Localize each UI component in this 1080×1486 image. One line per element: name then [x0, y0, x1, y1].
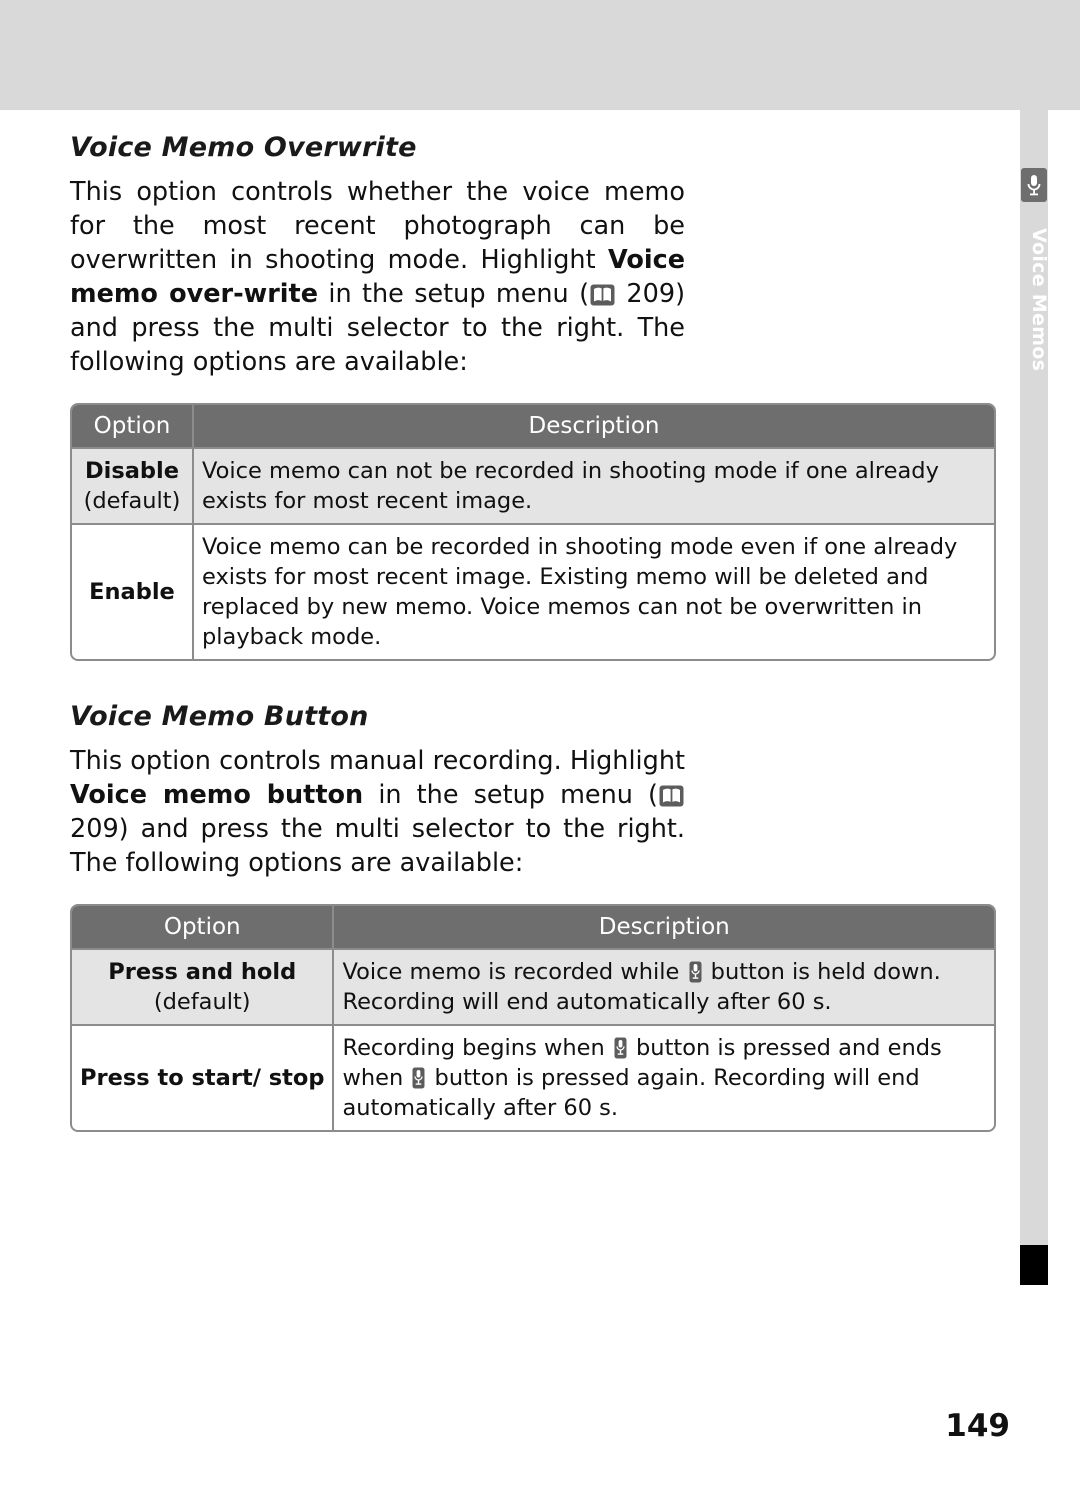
book-reference-icon: [659, 785, 684, 807]
top-grey-band: [0, 0, 1080, 110]
options-table-voice-memo-button: Option Description Press and hold (defaul…: [70, 904, 996, 1132]
table-row: Disable (default) Voice memo can not be r…: [72, 447, 994, 523]
microphone-button-icon: [412, 1067, 425, 1089]
option-description-cell: Voice memo can be recorded in shooting m…: [194, 523, 994, 659]
table-row: Press to start/ stop Recording begins wh…: [72, 1024, 994, 1130]
desc-part-a: Voice memo is recorded while: [342, 959, 687, 985]
desc-part-c: button is pressed again. Recording will …: [342, 1065, 920, 1121]
column-header-option: Option: [72, 906, 335, 948]
paragraph-voice-memo-button: This option controls manual recording. H…: [70, 744, 685, 880]
column-header-description: Description: [194, 405, 994, 447]
microphone-button-icon: [614, 1037, 627, 1059]
para-part-3: ) and press the multi selector to the ri…: [70, 814, 685, 878]
para-bold-1: Voice memo button: [70, 780, 364, 810]
side-tab-black-marker: [1020, 1245, 1048, 1285]
para-part-1: This option controls manual recording. H…: [70, 746, 685, 776]
table-header-row: Option Description: [72, 906, 994, 948]
option-label: Enable: [89, 579, 175, 605]
column-header-description: Description: [334, 906, 994, 948]
option-description-cell: Voice memo can not be recorded in shooti…: [194, 447, 994, 523]
options-table-voice-memo-overwrite: Option Description Disable (default) Voic…: [70, 403, 996, 661]
microphone-button-icon: [689, 961, 702, 983]
microphone-icon: [1021, 168, 1047, 202]
option-label: Press to start/ stop: [80, 1065, 325, 1091]
option-description-cell: Voice memo is recorded while button is h…: [334, 948, 994, 1024]
option-name-cell: Disable (default): [72, 447, 194, 523]
option-label: Disable: [84, 458, 180, 484]
desc-part-a: Recording begins when: [342, 1035, 612, 1061]
section-title-voice-memo-overwrite: Voice Memo Overwrite: [70, 132, 417, 163]
table-row: Enable Voice memo can be recorded in sho…: [72, 523, 994, 659]
table-header-row: Option Description: [72, 405, 994, 447]
para-part-2: in the setup menu (: [318, 279, 590, 309]
option-default-note: (default): [83, 488, 181, 514]
table-row: Press and hold (default) Voice memo is re…: [72, 948, 994, 1024]
option-name-cell: Enable: [72, 523, 194, 659]
page-number: 149: [945, 1408, 1010, 1444]
option-name-cell: Press to start/ stop: [72, 1024, 335, 1130]
paragraph-voice-memo-overwrite: This option controls whether the voice m…: [70, 175, 685, 379]
option-name-cell: Press and hold (default): [72, 948, 335, 1024]
manual-page: Voice Memos Voice Memo Overwrite This op…: [0, 0, 1080, 1486]
column-header-option: Option: [72, 405, 194, 447]
option-default-note: (default): [153, 989, 251, 1015]
page-content: Voice Memo Overwrite This option control…: [70, 132, 996, 1132]
option-description-cell: Recording begins when button is pressed …: [334, 1024, 994, 1130]
para-part-2: in the setup menu (: [363, 780, 658, 810]
option-label: Press and hold: [108, 959, 297, 985]
section-title-voice-memo-button: Voice Memo Button: [70, 701, 369, 732]
page-reference: 209: [70, 814, 119, 844]
book-reference-icon: [590, 284, 615, 306]
side-tab-label: Voice Memos: [1028, 228, 1050, 372]
page-reference: 209: [626, 279, 676, 309]
para-part-1: This option controls whether the voice m…: [70, 177, 685, 275]
